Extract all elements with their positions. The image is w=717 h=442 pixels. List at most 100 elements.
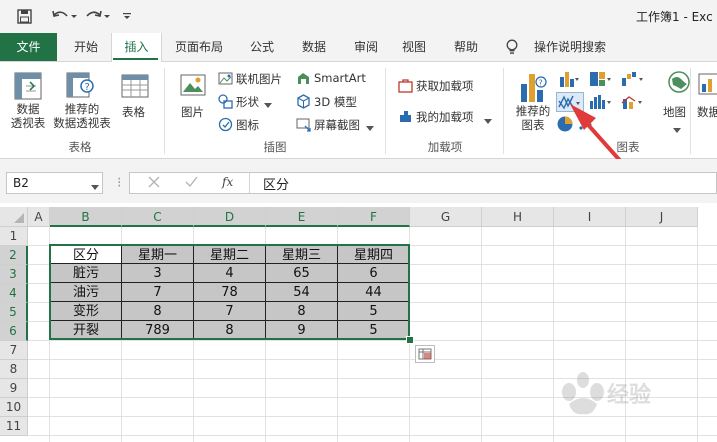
picture-button[interactable]: 图片 bbox=[181, 104, 204, 120]
quick-analysis-button[interactable] bbox=[415, 345, 435, 363]
tell-me-search[interactable]: 操作说明搜索 bbox=[530, 33, 610, 61]
my-addins-button[interactable]: 我的加载项 bbox=[416, 109, 474, 125]
confirm-entry-icon[interactable] bbox=[185, 176, 198, 191]
get-addins-icon bbox=[398, 78, 413, 96]
table-button[interactable]: 表格 bbox=[122, 104, 145, 120]
selection-border bbox=[49, 244, 410, 340]
column-header-h[interactable]: H bbox=[482, 207, 554, 227]
row-header-5[interactable]: 5 bbox=[0, 303, 28, 322]
svg-text:经验: 经验 bbox=[607, 382, 651, 408]
smartart-icon bbox=[296, 71, 311, 89]
ribbon-separator bbox=[164, 68, 165, 154]
pivottable-button[interactable]: 数据 透视表 bbox=[6, 102, 50, 130]
my-addins-dropdown-icon[interactable] bbox=[484, 114, 492, 128]
recommended-charts-label-2: 图表 bbox=[521, 118, 545, 132]
screenshot-button[interactable]: 屏幕截图 bbox=[314, 117, 360, 133]
pivotchart-button[interactable]: 数据 bbox=[697, 104, 717, 120]
row-header-1[interactable]: 1 bbox=[0, 227, 28, 246]
gridline bbox=[481, 227, 482, 442]
online-picture-icon bbox=[218, 71, 233, 89]
cancel-entry-icon[interactable] bbox=[148, 176, 160, 191]
3d-model-button[interactable]: 3D 模型 bbox=[314, 94, 357, 110]
tab-formulas[interactable]: 公式 bbox=[240, 33, 284, 61]
formula-bar[interactable] bbox=[129, 172, 717, 194]
row-header-8[interactable]: 8 bbox=[0, 360, 28, 379]
column-header-i[interactable]: I bbox=[554, 207, 626, 227]
lightbulb-icon bbox=[505, 39, 519, 58]
row-header-2[interactable]: 2 bbox=[0, 246, 28, 265]
pivottable-label-1: 数据 bbox=[16, 102, 40, 116]
3d-model-icon bbox=[296, 94, 311, 112]
column-header-f[interactable]: F bbox=[338, 207, 410, 227]
quick-analysis-icon bbox=[418, 348, 432, 360]
redo-icon[interactable] bbox=[85, 6, 113, 26]
row-header-3[interactable]: 3 bbox=[0, 265, 28, 284]
formula-divider bbox=[249, 173, 250, 193]
tab-file[interactable]: 文件 bbox=[0, 33, 57, 61]
svg-text:?: ? bbox=[539, 79, 543, 88]
tab-page-layout[interactable]: 页面布局 bbox=[166, 33, 232, 61]
screenshot-icon bbox=[296, 117, 311, 135]
recommended-pivottable-button[interactable]: 推荐的 数据透视表 bbox=[51, 102, 113, 130]
online-picture-button[interactable]: 联机图片 bbox=[236, 71, 282, 87]
column-chart-icon[interactable] bbox=[559, 70, 581, 91]
shapes-icon bbox=[218, 94, 233, 112]
formula-value[interactable]: 区分 bbox=[263, 174, 289, 193]
undo-icon[interactable] bbox=[50, 6, 78, 26]
get-addins-button[interactable]: 获取加载项 bbox=[416, 78, 474, 94]
map-chart-icon bbox=[667, 70, 691, 97]
map-chart-button[interactable]: 地图 bbox=[663, 104, 686, 120]
column-header-c[interactable]: C bbox=[122, 207, 194, 227]
icons-icon bbox=[218, 117, 233, 135]
shapes-button[interactable]: 形状 bbox=[236, 94, 259, 110]
column-header-j[interactable]: J bbox=[626, 207, 698, 227]
save-icon[interactable] bbox=[14, 6, 34, 26]
select-all-corner[interactable] bbox=[0, 207, 28, 227]
row-header-4[interactable]: 4 bbox=[0, 284, 28, 303]
row-header-7[interactable]: 7 bbox=[0, 341, 28, 360]
gridline bbox=[28, 435, 717, 436]
customize-toolbar-icon[interactable] bbox=[120, 6, 134, 26]
waterfall-chart-icon[interactable] bbox=[621, 70, 645, 91]
namebox-dropdown-icon[interactable] bbox=[91, 180, 99, 194]
hierarchy-chart-icon[interactable] bbox=[589, 70, 613, 91]
shapes-dropdown-icon[interactable] bbox=[264, 98, 272, 112]
row-header-6[interactable]: 6 bbox=[0, 322, 28, 341]
ribbon-separator bbox=[385, 68, 386, 154]
column-header-a[interactable]: A bbox=[28, 207, 50, 227]
tab-help[interactable]: 帮助 bbox=[444, 33, 488, 61]
smartart-button[interactable]: SmartArt bbox=[314, 71, 366, 85]
tab-view[interactable]: 视图 bbox=[396, 33, 432, 61]
recommended-pivottable-label-1: 推荐的 bbox=[64, 102, 100, 116]
svg-text:?: ? bbox=[85, 82, 90, 93]
name-box[interactable]: B2 bbox=[6, 172, 103, 194]
recommended-charts-button[interactable]: 推荐的 图表 bbox=[512, 104, 554, 132]
row-header-10[interactable]: 10 bbox=[0, 398, 28, 417]
my-addins-icon bbox=[398, 109, 413, 127]
map-dropdown-icon[interactable] bbox=[673, 123, 681, 137]
column-header-b[interactable]: B bbox=[50, 207, 122, 227]
column-header-e[interactable]: E bbox=[266, 207, 338, 227]
tab-data[interactable]: 数据 bbox=[292, 33, 336, 61]
screenshot-dropdown-icon[interactable] bbox=[366, 121, 374, 135]
icons-button[interactable]: 图标 bbox=[236, 117, 259, 133]
column-header-g[interactable]: G bbox=[410, 207, 482, 227]
document-title: 工作簿1 - Exc bbox=[636, 10, 713, 24]
active-tab-indicator bbox=[113, 58, 158, 60]
column-header-d[interactable]: D bbox=[194, 207, 266, 227]
illustrations-group-label: 插图 bbox=[263, 140, 287, 154]
ribbon-separator bbox=[503, 68, 504, 154]
recommended-pivottable-label-2: 数据透视表 bbox=[53, 116, 111, 130]
row-header-9[interactable]: 9 bbox=[0, 379, 28, 398]
formula-splitter-icon[interactable]: ⁝ bbox=[117, 175, 121, 191]
fill-handle[interactable] bbox=[406, 336, 414, 344]
watermark-logo: 经验 bbox=[562, 372, 651, 415]
gridline bbox=[28, 340, 717, 341]
insert-function-icon[interactable]: fx bbox=[222, 175, 233, 189]
tab-home[interactable]: 开始 bbox=[61, 33, 111, 61]
recommended-charts-icon: ? bbox=[519, 70, 549, 107]
picture-icon bbox=[180, 72, 206, 101]
table-icon bbox=[121, 72, 149, 103]
row-header-11[interactable]: 11 bbox=[0, 417, 28, 436]
tab-review[interactable]: 审阅 bbox=[344, 33, 388, 61]
